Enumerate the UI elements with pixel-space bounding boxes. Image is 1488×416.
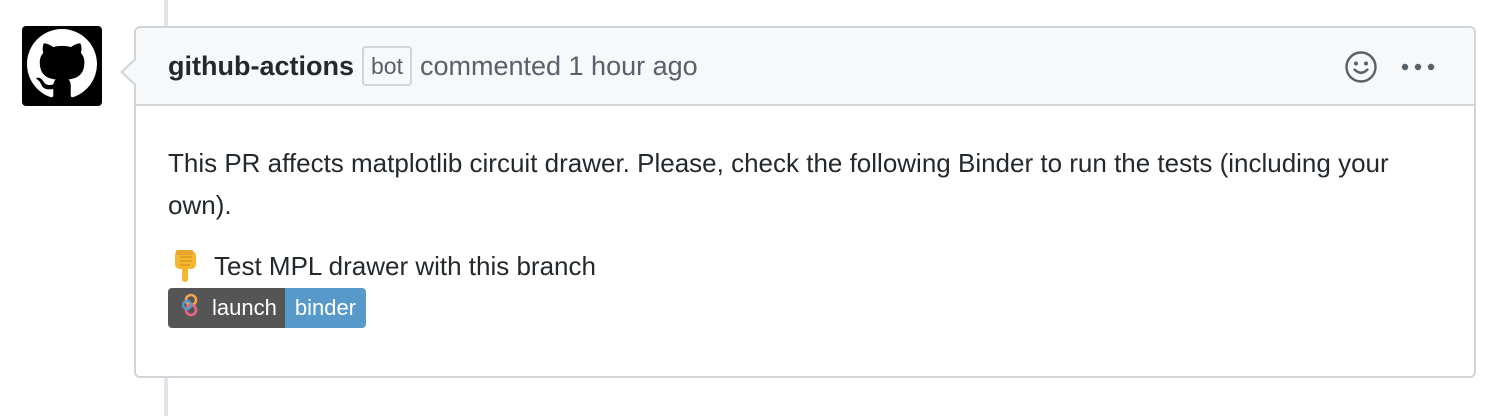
comment-caret-inner xyxy=(123,60,136,84)
comment-header: github-actions bot commented 1 hour ago xyxy=(136,28,1474,106)
bot-badge: bot xyxy=(361,46,412,86)
binder-logo-icon xyxy=(178,292,212,324)
comment-box: github-actions bot commented 1 hour ago xyxy=(134,26,1476,378)
cta-line: Test MPL drawer with this branch xyxy=(168,246,1442,286)
comment-actions xyxy=(1344,28,1436,106)
comment-timestamp[interactable]: commented 1 hour ago xyxy=(420,51,698,82)
launch-binder-badge[interactable]: launch binder xyxy=(168,288,366,328)
comment-body: This PR affects matplotlib circuit drawe… xyxy=(136,106,1474,328)
kebab-horizontal-icon[interactable] xyxy=(1400,62,1436,72)
smiley-icon[interactable] xyxy=(1344,50,1378,84)
badge-left-label: launch xyxy=(212,295,277,320)
comment-paragraph: This PR affects matplotlib circuit drawe… xyxy=(168,148,1389,220)
comment-author[interactable]: github-actions xyxy=(168,51,354,82)
avatar[interactable] xyxy=(22,26,102,106)
github-octocat-icon xyxy=(27,28,97,104)
badge-left: launch xyxy=(168,288,285,328)
pointing-down-emoji-icon xyxy=(168,249,200,283)
badge-right-label: binder xyxy=(284,288,366,328)
cta-text: Test MPL drawer with this branch xyxy=(214,251,596,281)
